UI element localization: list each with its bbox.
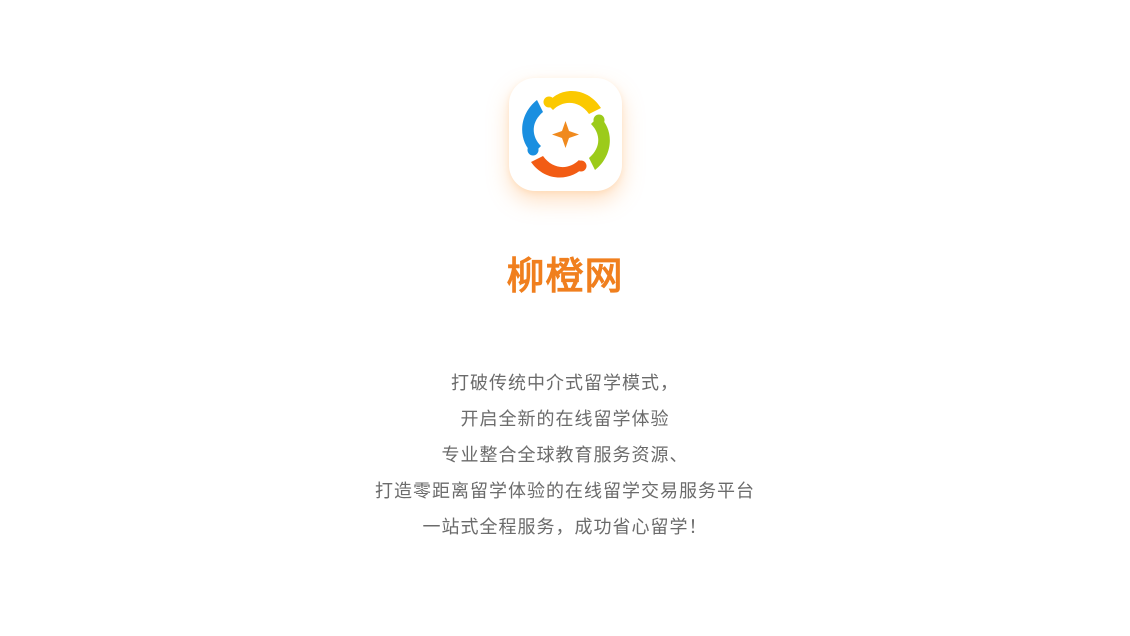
app-title: 柳橙网: [506, 254, 624, 298]
app-description: 打破传统中介式留学模式， 开启全新的在线留学体验 专业整合全球教育服务资源、 打…: [0, 366, 1130, 546]
splash-page: 柳橙网 打破传统中介式留学模式， 开启全新的在线留学体验 专业整合全球教育服务资…: [0, 0, 1130, 636]
liucheng-logo-icon: [522, 90, 610, 178]
description-line: 打破传统中介式留学模式，: [451, 373, 679, 394]
description-line: 开启全新的在线留学体验: [460, 409, 670, 430]
app-icon: [509, 78, 622, 191]
description-line: 专业整合全球教育服务资源、: [441, 445, 689, 466]
star-icon: [552, 121, 579, 148]
description-line: 打造零距离留学体验的在线留学交易服务平台: [375, 481, 755, 502]
description-line: 一站式全程服务，成功省心留学！: [422, 517, 708, 538]
